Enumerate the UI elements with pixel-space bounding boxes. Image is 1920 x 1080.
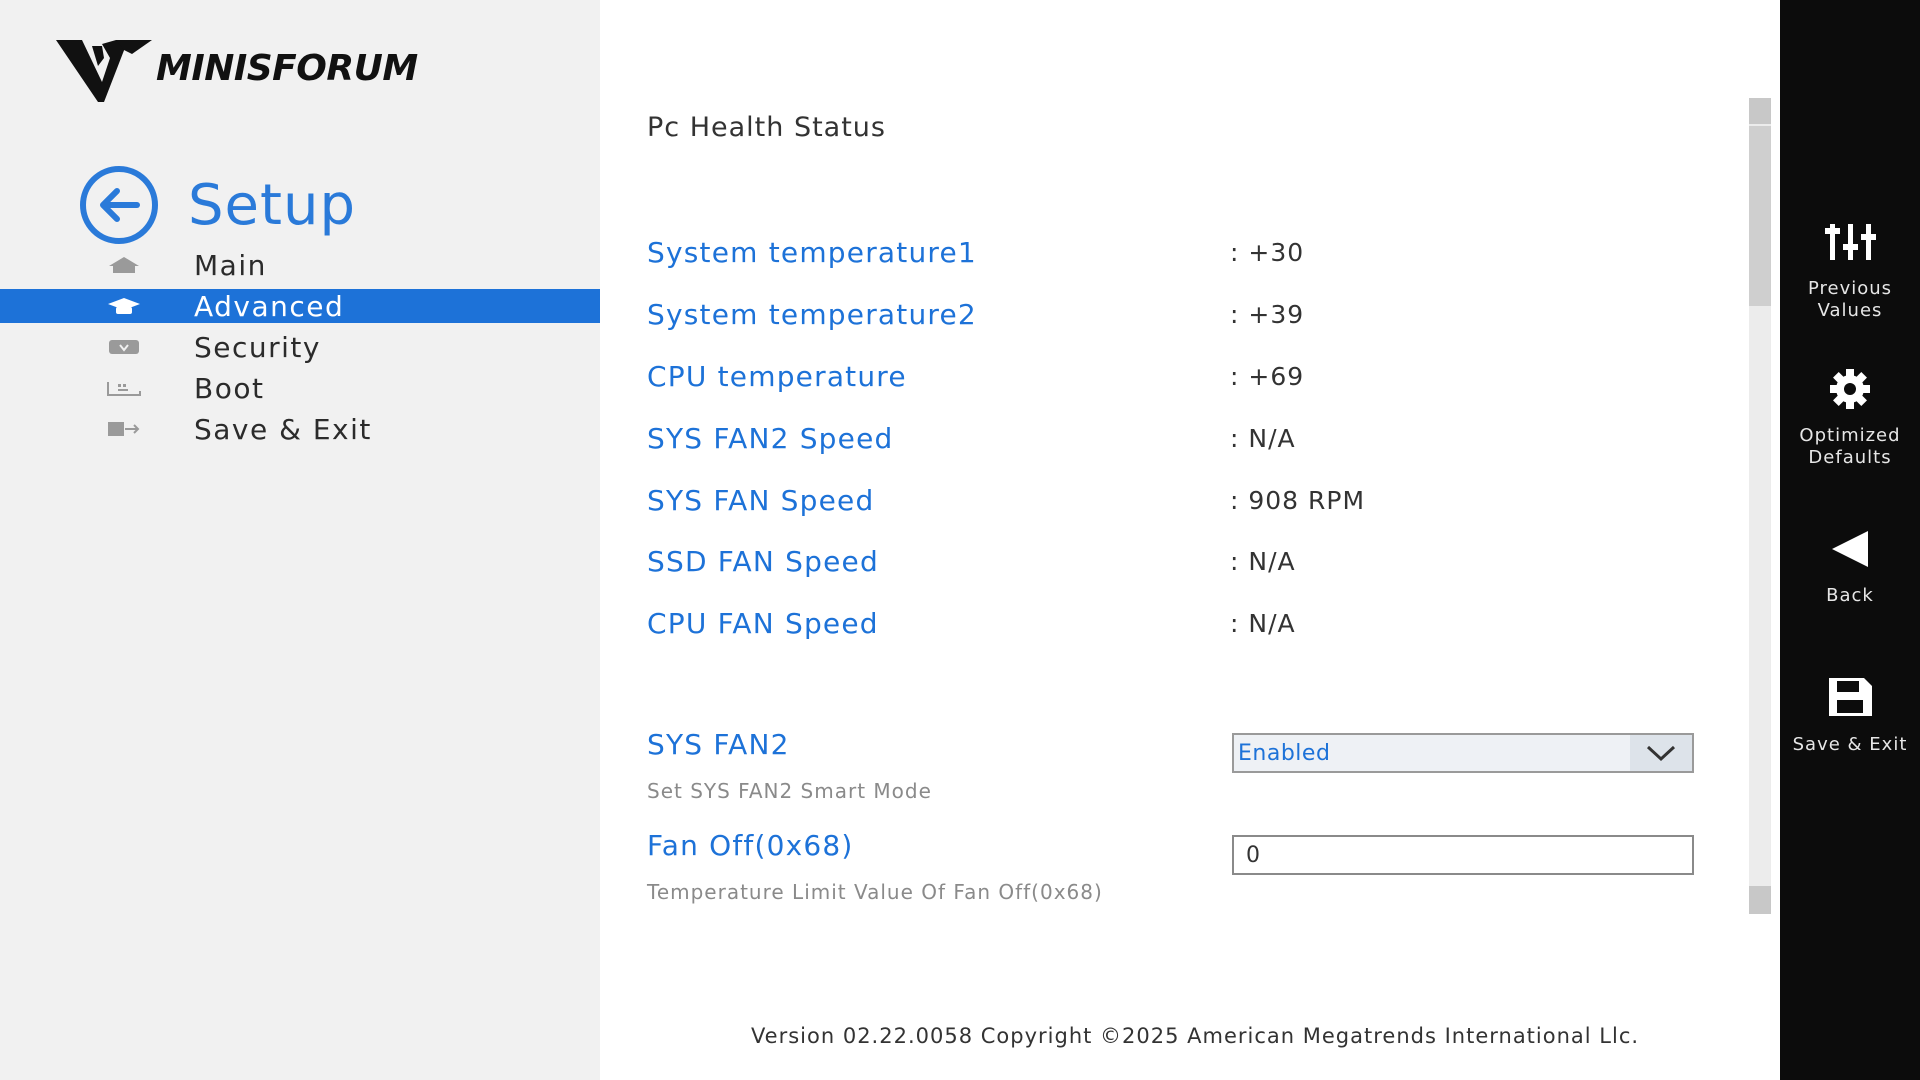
reading-value: : N/A [1230,546,1296,576]
optimized-defaults-button[interactable]: Optimized Defaults [1780,369,1920,469]
reading-ssd-fan-speed[interactable]: SSD FAN Speed : N/A [647,541,1707,581]
reading-sys-fan2-speed[interactable]: SYS FAN2 Speed : N/A [647,418,1707,458]
sidebar: MINISFORUM Setup Main Advanced Security … [0,0,600,1080]
sys-fan2-label: SYS FAN2 [647,728,790,761]
scrollbar[interactable] [1749,98,1771,914]
minisforum-logo-icon [56,40,152,102]
exit-icon [106,418,142,440]
back-label: Back [1826,585,1874,606]
save-exit-label: Save & Exit [1792,734,1908,755]
sys-fan2-select[interactable]: Enabled [1232,733,1694,773]
reading-cpu-temperature[interactable]: CPU temperature : +69 [647,356,1707,396]
save-exit-button[interactable]: Save & Exit [1780,676,1920,756]
reading-label: CPU FAN Speed [647,606,879,640]
scroll-down-button[interactable] [1749,886,1771,914]
gear-icon [1830,369,1870,409]
previous-values-label: Previous Values [1807,278,1893,321]
optimized-defaults-label: Optimized Defaults [1799,425,1901,468]
graduation-cap-icon [106,295,142,317]
sidebar-item-advanced[interactable]: Advanced [0,289,600,323]
fan-off-label: Fan Off(0x68) [647,829,854,862]
scrollbar-thumb[interactable] [1749,126,1771,306]
floppy-disk-icon [1829,678,1872,716]
fan-off-input[interactable]: 0 [1232,835,1694,875]
reading-value: : 908 RPM [1230,485,1366,515]
reading-label: System temperature2 [647,297,977,331]
reading-label: SYS FAN Speed [647,483,875,517]
sidebar-item-save-exit[interactable]: Save & Exit [0,412,600,446]
sidebar-item-label: Boot [194,371,265,405]
reading-system-temperature1[interactable]: System temperature1 : +30 [647,232,1707,272]
reading-label: SYS FAN2 Speed [647,421,894,455]
sidebar-nav: Main Advanced Security Boot Save & Exit [0,248,600,453]
keyboard-icon [106,377,142,399]
sidebar-item-security[interactable]: Security [0,330,600,364]
main-panel: Pc Health Status System temperature1 : +… [600,0,1780,1080]
logo-text: MINISFORUM [156,47,418,89]
sys-fan2-selected-value: Enabled [1238,740,1331,766]
version-footer: Version 02.22.0058 Copyright ©2025 Ameri… [750,1024,1640,1048]
setup-header: Setup [80,166,356,244]
previous-values-button[interactable]: Previous Values [1780,222,1920,322]
back-button[interactable]: Back [1780,529,1920,607]
brand-logo: MINISFORUM [54,32,418,104]
reading-sys-fan-speed[interactable]: SYS FAN Speed : 908 RPM [647,480,1707,520]
scroll-up-button[interactable] [1749,98,1771,124]
reading-cpu-fan-speed[interactable]: CPU FAN Speed : N/A [647,603,1707,643]
back-triangle-icon [1832,531,1868,567]
reading-value: : N/A [1230,423,1296,453]
back-arrow-icon[interactable] [80,166,158,244]
shield-icon [106,336,142,358]
sidebar-item-label: Advanced [194,289,345,323]
reading-value: : N/A [1230,608,1296,638]
reading-label: CPU temperature [647,359,907,393]
sliders-icon [1825,224,1876,260]
sidebar-item-label: Save & Exit [194,412,372,446]
sidebar-item-label: Main [194,248,267,282]
page-title: Pc Health Status [647,112,886,143]
sys-fan2-help: Set SYS FAN2 Smart Mode [647,779,932,803]
setup-title: Setup [188,172,356,238]
sidebar-item-main[interactable]: Main [0,248,600,282]
reading-system-temperature2[interactable]: System temperature2 : +39 [647,294,1707,334]
home-icon [106,254,142,276]
reading-label: SSD FAN Speed [647,544,879,578]
sidebar-item-boot[interactable]: Boot [0,371,600,405]
reading-value: : +69 [1230,361,1305,391]
fan-off-help: Temperature Limit Value Of Fan Off(0x68) [647,880,1103,904]
reading-value: : +39 [1230,299,1305,329]
chevron-down-icon[interactable] [1630,735,1692,771]
sidebar-item-label: Security [194,330,321,364]
action-bar: Previous Values Optimized Defaults Back … [1780,0,1920,1080]
reading-value: : +30 [1230,237,1305,267]
reading-label: System temperature1 [647,235,977,269]
